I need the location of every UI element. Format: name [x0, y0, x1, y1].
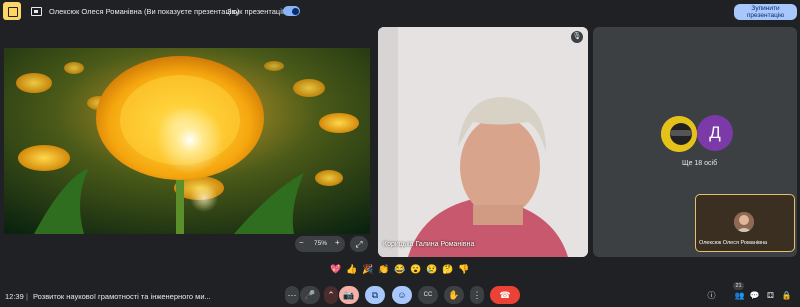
reaction-sad[interactable]: 😢 [426, 263, 437, 275]
info-icon[interactable]: ⓘ [706, 290, 717, 301]
screen-share-icon [31, 7, 42, 16]
reaction-thumbs-down[interactable]: 👎 [458, 263, 469, 275]
zoom-out-icon[interactable]: − [299, 238, 304, 247]
chevron-up-icon[interactable]: ⌃ [324, 286, 338, 304]
reaction-heart[interactable]: 💖 [330, 263, 341, 275]
end-call-button[interactable]: ☎ [490, 286, 520, 304]
presenter-title: Олексюк Олеся Романівна (Ви показуєте пр… [49, 7, 240, 16]
participant-name: Корицька Галина Романівна [383, 241, 475, 248]
expand-icon[interactable]: ⤢ [350, 236, 368, 252]
mic-icon[interactable]: 🎤 [300, 286, 320, 304]
meeting-title: Розвиток наукової грамотності та інженер… [33, 292, 211, 301]
sound-label: Звук презентації [227, 7, 284, 16]
reaction-thumbs-up[interactable]: 👍 [346, 263, 357, 275]
avatar [661, 116, 697, 152]
reaction-surprised[interactable]: 😮 [410, 263, 421, 275]
muted-mic-icon: 🎙 [571, 31, 583, 43]
participant-video [378, 27, 588, 257]
self-name: Олексюк Олеся Романівна [699, 240, 768, 246]
present-icon[interactable]: ⧉ [365, 286, 385, 304]
camera-off-icon[interactable]: 📷 [339, 286, 359, 304]
sound-toggle[interactable] [283, 6, 300, 16]
self-avatar-image [734, 212, 754, 232]
avatar-letter: Д [697, 115, 733, 151]
hand-icon[interactable]: ✋ [444, 286, 464, 304]
more-participants-label: Ще 18 осіб [682, 160, 718, 167]
self-avatar [734, 212, 754, 232]
meeting-time: 12:39 [5, 292, 24, 301]
emoji-icon[interactable]: ☺ [392, 286, 412, 304]
reaction-party[interactable]: 🎉 [362, 263, 373, 275]
more-vert-icon[interactable]: ⋮ [470, 286, 484, 304]
dandelion-image [4, 48, 370, 234]
presentation-icon [3, 2, 21, 20]
stop-presenting-button[interactable]: Зупинити презентацію [734, 4, 797, 20]
people-icon[interactable]: 👥 [734, 290, 745, 301]
participant-count-badge: 21 [733, 282, 744, 290]
captions-icon[interactable]: CC [418, 286, 438, 304]
shared-screen [4, 48, 370, 234]
participant-tile-main [378, 27, 588, 257]
reaction-laugh[interactable]: 😂 [394, 263, 405, 275]
reactions-bar: 💖 👍 🎉 👏 😂 😮 😢 🤔 👎 [325, 261, 475, 278]
separator: | [26, 292, 28, 301]
reaction-thinking[interactable]: 🤔 [442, 263, 453, 275]
chat-icon[interactable]: 💬 [749, 290, 760, 301]
reaction-clap[interactable]: 👏 [378, 263, 389, 275]
zoom-in-icon[interactable]: + [335, 238, 340, 247]
lock-icon[interactable]: 🔒 [781, 290, 792, 301]
zoom-controls: − 75% + [295, 236, 345, 252]
activities-icon[interactable]: ⚃ [765, 290, 776, 301]
user-avatar-image [661, 116, 697, 152]
zoom-level: 75% [314, 240, 328, 247]
more-options-icon[interactable]: ⋯ [285, 286, 299, 304]
